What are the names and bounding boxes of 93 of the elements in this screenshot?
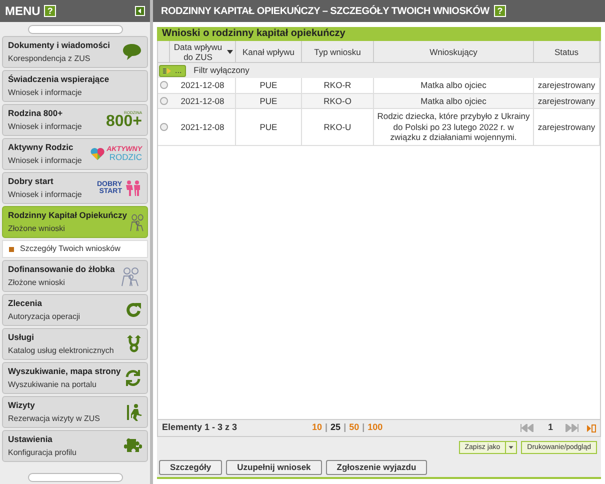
table-cell: Rodzic dziecka, które przybyło z Ukrainy do Polski po 23 lutego 2022 r. w związku z działaniami wojennymi.: [374, 109, 534, 144]
radio-button[interactable]: [160, 96, 168, 105]
last-page-icon[interactable]: [565, 424, 579, 432]
table-cell: 2021-12-08: [170, 78, 236, 92]
separator: |: [344, 421, 346, 434]
menu-item-subtitle: Autoryzacja operacji: [8, 312, 82, 322]
menu-item-subtitle: Rezerwacja wizyty w ZUS: [8, 414, 102, 424]
logo-text: RODZIC: [108, 153, 142, 162]
two-figures-icon: [124, 180, 142, 196]
table-row[interactable]: 2021-12-08 PUE RKO-O Matka albo ojciec zarejestrowany: [158, 94, 600, 109]
menu-item[interactable]: Wizyty Rezerwacja wizyty w ZUS: [2, 396, 148, 428]
current-page: 1: [548, 421, 553, 434]
heart-puzzle-icon: [90, 147, 105, 161]
menu-title: MENU: [5, 3, 40, 20]
menu-item-subtitle: Korespondencja z ZUS: [8, 54, 92, 64]
menu-item-title: Wizyty: [8, 400, 36, 410]
menu-item-subtitle: Konfiguracja profilu: [8, 448, 78, 458]
scroll-up-button[interactable]: [28, 24, 122, 34]
menu-item[interactable]: Usługi Katalog usług elektronicznych: [2, 328, 148, 360]
table-cell: PUE: [236, 109, 302, 144]
menu-item-title: Ustawienia: [8, 434, 54, 444]
table-cell: PUE: [236, 78, 302, 92]
puzzle-icon: [124, 437, 142, 455]
sort-icon: [227, 50, 233, 54]
menu-item-title: Świadczenia wspierające: [8, 74, 110, 84]
menu-item-subtitle: Wniosek i informacje: [8, 88, 83, 98]
refresh-icon: [126, 302, 142, 318]
table-row[interactable]: 2021-12-08 PUE RKO-U Rodzic dziecka, które przybyło z Ukrainy do Polski po 23 lutego 2022 r. w związku z działaniami wojennymi. zarejestrowany: [158, 109, 600, 146]
filter-status: Filtr wyłączony: [194, 64, 250, 77]
walking-person-icon: [126, 403, 142, 421]
menu-item-title: Usługi: [8, 332, 35, 342]
action-button[interactable]: Szczegóły: [159, 460, 222, 474]
table-cell: Matka albo ojciec: [374, 94, 534, 108]
submenu-item[interactable]: Szczegóły Twoich wniosków: [2, 240, 148, 258]
logo-text: 800+: [106, 115, 142, 129]
menu-item-title: Zlecenia: [8, 298, 44, 308]
menu-item-subtitle: Wniosek i informacje: [8, 122, 83, 132]
sync-icon: [124, 369, 142, 387]
first-page-icon[interactable]: [520, 424, 534, 432]
family-icon: [129, 212, 146, 232]
table-cell: zarejestrowany: [534, 78, 600, 92]
filter-button[interactable]: ...: [159, 64, 186, 76]
menu-item-title: Rodzina 800+: [8, 108, 64, 118]
menu-item[interactable]: Ustawienia Konfiguracja profilu: [2, 430, 148, 462]
column-header[interactable]: Typ wniosku: [302, 41, 374, 62]
table-cell: zarejestrowany: [534, 109, 600, 144]
page-title: RODZINNY KAPITAŁ OPIEKUŃCZY – SZCZEGÓŁY TWOICH WNIOSKÓW: [161, 4, 490, 18]
menu-item-subtitle: Katalog usług elektronicznych: [8, 346, 115, 356]
menu-item-subtitle: Złożone wnioski: [8, 224, 66, 234]
action-button[interactable]: Zgłoszenie wyjazdu: [326, 460, 428, 474]
column-header[interactable]: Data wpływu do ZUS: [170, 41, 236, 62]
column-header[interactable]: Kanał wpływu: [236, 41, 302, 62]
menu-item-subtitle: Wniosek i informacje: [8, 156, 83, 166]
menu-item[interactable]: Rodzinny Kapitał Opiekuńczy Złożone wnioski: [2, 206, 148, 238]
separator: |: [362, 421, 365, 434]
menu-item-subtitle: Wyszukiwanie na portalu: [8, 380, 98, 390]
scroll-down-button[interactable]: [28, 472, 122, 482]
table-cell: 2021-12-08: [170, 94, 236, 108]
table-cell: Matka albo ojciec: [374, 78, 534, 92]
menu-item[interactable]: Wyszukiwanie, mapa strony Wyszukiwanie na portalu: [2, 362, 148, 394]
table-row[interactable]: 2021-12-08 PUE RKO-R Matka albo ojciec zarejestrowany: [158, 78, 600, 94]
menu-item-subtitle: Wniosek i informacje: [8, 190, 83, 200]
action-button[interactable]: Uzupełnij wniosek: [226, 460, 322, 474]
menu-item[interactable]: Świadczenia wspierające Wniosek i informacje: [2, 70, 148, 102]
filter-icon: [163, 68, 171, 74]
column-header[interactable]: Wnioskujący: [374, 41, 534, 62]
menu-item-title: Dokumenty i wiadomości: [8, 40, 112, 50]
menu-item[interactable]: Zlecenia Autoryzacja operacji: [2, 294, 148, 326]
menu-item[interactable]: Dokumenty i wiadomości Korespondencja z ZUS: [2, 36, 148, 68]
menu-item-title: Dofinansowanie do żłobka: [8, 264, 116, 274]
menu-item-title: Rodzinny Kapitał Opiekuńczy: [8, 210, 128, 220]
menu-item-title: Aktywny Rodzic: [8, 142, 74, 152]
menu-item[interactable]: Dofinansowanie do żłobka Złożone wnioski: [2, 260, 148, 292]
column-header[interactable]: Status: [534, 41, 600, 62]
table-cell: PUE: [236, 94, 302, 108]
speech-bubble-icon: [122, 43, 142, 61]
table-cell: RKO-U: [302, 109, 374, 144]
items-count: Elementy 1 - 3 z 3: [162, 421, 238, 434]
export-icon[interactable]: [587, 424, 596, 432]
radio-button[interactable]: [160, 81, 168, 90]
menu-item-title: Dobry start: [8, 176, 54, 186]
menu-item-subtitle: Złożone wnioski: [8, 278, 66, 288]
table-title: Wnioski o rodzinny kapitał opiekuńczy: [157, 27, 601, 41]
table-cell: RKO-O: [302, 94, 374, 108]
radio-button[interactable]: [160, 122, 168, 131]
branch-icon: [126, 335, 142, 353]
separator: |: [325, 421, 328, 434]
table-cell: zarejestrowany: [534, 94, 600, 108]
table-cell: RKO-R: [302, 78, 374, 92]
menu-item-title: Wyszukiwanie, mapa strony: [8, 366, 122, 376]
table-cell: 2021-12-08: [170, 109, 236, 144]
page-size-link[interactable]: 25: [330, 421, 341, 435]
collapse-icon[interactable]: [135, 6, 145, 16]
